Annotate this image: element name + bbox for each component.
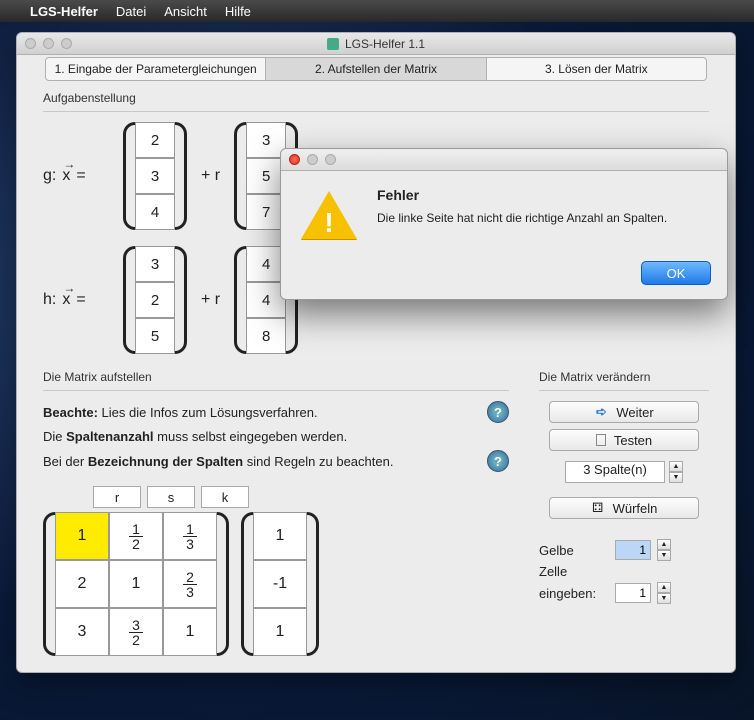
eq-g-label: g: (43, 167, 56, 185)
section-matrix-veraendern: Die Matrix verändern (539, 370, 709, 384)
h-v2-2[interactable]: 8 (246, 318, 286, 354)
help-button-2[interactable]: ? (487, 450, 509, 472)
h-v1-1[interactable]: 2 (135, 282, 175, 318)
info-bezeichnung: Bei der Bezeichnung der Spalten sind Reg… (43, 450, 509, 472)
gelbe-col-up[interactable]: ▲ (657, 582, 671, 593)
matrix-cell-1-0[interactable]: 2 (55, 560, 109, 608)
dialog-title: Fehler (377, 187, 667, 203)
menu-ansicht[interactable]: Ansicht (164, 4, 207, 19)
colhead-k[interactable]: k (201, 486, 249, 508)
main-window: LGS-Helfer 1.1 1. Eingabe der Parameterg… (16, 32, 736, 673)
tab-aufstellen[interactable]: 2. Aufstellen der Matrix (266, 57, 486, 81)
matrix-cell-2-0[interactable]: 3 (55, 608, 109, 656)
dialog-close-icon[interactable] (289, 154, 300, 165)
zoom-window-icon[interactable] (61, 38, 72, 49)
h-vector-1: 3 2 5 (123, 246, 187, 354)
spalten-input[interactable]: 3 Spalte(n) (565, 461, 665, 483)
menubar-appname[interactable]: LGS-Helfer (30, 4, 98, 19)
equals-sign: = (76, 167, 85, 185)
matrix-right: 1-11 (241, 512, 319, 656)
plus-r: + r (201, 167, 220, 185)
matrix-cell-0-2[interactable]: 13 (163, 512, 217, 560)
matrix-cell-2-1[interactable]: 32 (109, 608, 163, 656)
vector-x-icon: →x (62, 291, 70, 309)
divider (43, 390, 509, 391)
gelbe-label-2: Zelle (539, 564, 609, 579)
rhs-cell-1[interactable]: -1 (253, 560, 307, 608)
spalten-down[interactable]: ▼ (669, 472, 683, 483)
h-v1-2[interactable]: 5 (135, 318, 175, 354)
g-vector-1: 2 3 4 (123, 122, 187, 230)
window-controls (25, 38, 72, 49)
colhead-r[interactable]: r (93, 486, 141, 508)
matrix-cell-1-2[interactable]: 23 (163, 560, 217, 608)
dialog-minimize-icon (307, 154, 318, 165)
close-window-icon[interactable] (25, 38, 36, 49)
colhead-s[interactable]: s (147, 486, 195, 508)
gelbe-label-3: eingeben: (539, 586, 609, 601)
g-v1-0[interactable]: 2 (135, 122, 175, 158)
matrix-cell-0-0[interactable]: 1 (55, 512, 109, 560)
dialog-ok-button[interactable]: OK (641, 261, 711, 285)
window-title-text: LGS-Helfer 1.1 (345, 37, 425, 51)
warning-icon: ! (301, 191, 361, 247)
gelbe-col-input[interactable] (615, 583, 651, 603)
spalten-up[interactable]: ▲ (669, 461, 683, 472)
window-titlebar[interactable]: LGS-Helfer 1.1 (17, 33, 735, 55)
eq-h-label: h: (43, 291, 56, 309)
section-matrix-aufstellen: Die Matrix aufstellen (43, 370, 509, 384)
help-button-1[interactable]: ? (487, 401, 509, 423)
info-spaltenanzahl: Die Spaltenanzahl muss selbst eingegeben… (43, 429, 509, 444)
wuerfeln-button[interactable]: ⚃ Würfeln (549, 497, 699, 519)
matrix-cell-0-1[interactable]: 12 (109, 512, 163, 560)
weiter-button[interactable]: ➪ Weiter (549, 401, 699, 423)
gelbe-col-down[interactable]: ▼ (657, 593, 671, 604)
vector-x-icon: →x (62, 167, 70, 185)
divider (539, 390, 709, 391)
tabbar: 1. Eingabe der Parametergleichungen 2. A… (45, 57, 707, 81)
window-title: LGS-Helfer 1.1 (327, 37, 425, 51)
dialog-zoom-icon (325, 154, 336, 165)
section-aufgabenstellung: Aufgabenstellung (43, 91, 709, 105)
testen-label: Testen (614, 433, 652, 448)
divider (43, 111, 709, 112)
menu-datei[interactable]: Datei (116, 4, 146, 19)
g-v1-2[interactable]: 4 (135, 194, 175, 230)
rhs-cell-2[interactable]: 1 (253, 608, 307, 656)
document-icon (596, 434, 606, 446)
matrix-cell-1-1[interactable]: 1 (109, 560, 163, 608)
rhs-cell-0[interactable]: 1 (253, 512, 307, 560)
arrow-right-icon: ➪ (594, 405, 608, 419)
menu-hilfe[interactable]: Hilfe (225, 4, 251, 19)
error-dialog: ! Fehler Die linke Seite hat nicht die r… (280, 148, 728, 300)
equals-sign: = (76, 291, 85, 309)
app-icon (327, 38, 339, 50)
info-beachte: Beachte: Lies die Infos zum Lösungsverfa… (43, 401, 509, 423)
gelbe-label-1: Gelbe (539, 543, 609, 558)
gelbe-row-input[interactable] (615, 540, 651, 560)
matrix-area: 1121321233321 1-11 (43, 512, 509, 656)
h-v1-0[interactable]: 3 (135, 246, 175, 282)
gelbe-zelle-group: Gelbe ▲ ▼ Zelle eingeben: (539, 539, 709, 604)
matrix-cell-2-2[interactable]: 1 (163, 608, 217, 656)
gelbe-row-down[interactable]: ▼ (657, 550, 671, 561)
spalten-spinner: 3 Spalte(n) ▲ ▼ (539, 461, 709, 483)
wuerfeln-label: Würfeln (613, 501, 658, 516)
menubar: LGS-Helfer Datei Ansicht Hilfe (0, 0, 754, 22)
dialog-message: Die linke Seite hat nicht die richtige A… (377, 211, 667, 225)
dice-icon: ⚃ (591, 501, 605, 515)
weiter-label: Weiter (616, 405, 653, 420)
minimize-window-icon[interactable] (43, 38, 54, 49)
tab-eingabe[interactable]: 1. Eingabe der Parametergleichungen (45, 57, 266, 81)
column-headers: r s k (93, 486, 509, 508)
tab-loesen[interactable]: 3. Lösen der Matrix (487, 57, 707, 81)
plus-r: + r (201, 291, 220, 309)
gelbe-row-up[interactable]: ▲ (657, 539, 671, 550)
g-v1-1[interactable]: 3 (135, 158, 175, 194)
testen-button[interactable]: Testen (549, 429, 699, 451)
matrix-left: 1121321233321 (43, 512, 229, 656)
dialog-titlebar[interactable] (281, 149, 727, 171)
